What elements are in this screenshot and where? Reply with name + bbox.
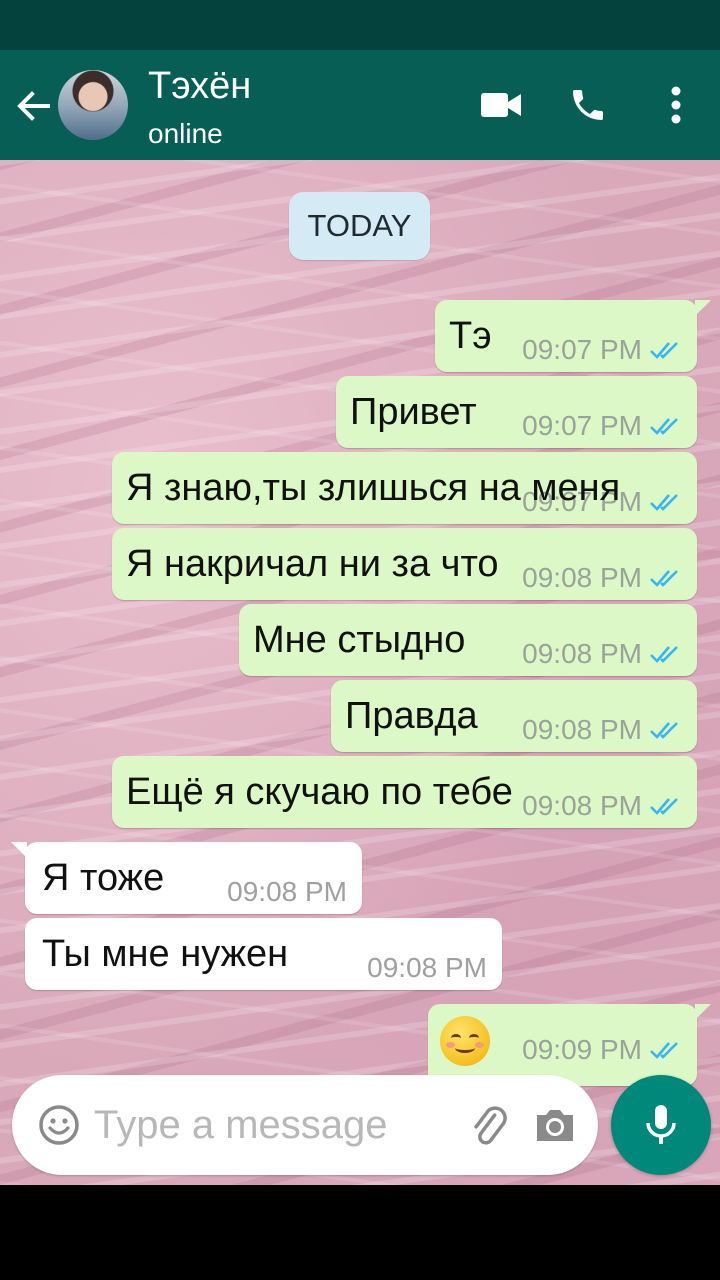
camera-icon — [537, 1110, 573, 1141]
message-time: 09:08 PM — [522, 790, 642, 821]
video-camera-icon — [481, 93, 521, 117]
phone-icon — [573, 90, 603, 120]
camera-button[interactable] — [532, 1102, 578, 1148]
voice-call-button[interactable] — [563, 80, 613, 130]
message-time: 09:07 PM — [522, 334, 642, 365]
video-call-button[interactable] — [476, 80, 526, 130]
paperclip-icon — [474, 1106, 507, 1145]
back-button[interactable] — [12, 84, 56, 128]
arrow-left-icon — [17, 91, 50, 121]
message-text: Правда — [345, 695, 478, 737]
contact-status: online — [148, 118, 223, 149]
message-bubble[interactable]: Ты мне нужен 09:08 PM — [25, 918, 502, 990]
more-options-button[interactable] — [651, 80, 701, 130]
bubble-tail — [11, 842, 27, 858]
message-time: 09:09 PM — [522, 1034, 642, 1065]
message-time: 09:08 PM — [522, 562, 642, 593]
message-text: Ещё я скучаю по тебе — [126, 771, 513, 813]
message-bubble[interactable]: Мне стыдно 09:08 PM — [239, 604, 697, 676]
date-divider: TODAY — [289, 192, 430, 260]
contact-name[interactable]: Тэхён — [148, 64, 251, 108]
message-text: Ты мне нужен — [42, 933, 289, 975]
double-check-icon — [650, 646, 678, 663]
message-text: Привет — [350, 391, 477, 433]
message-bubble[interactable]: Я тоже 09:08 PM — [11, 842, 362, 914]
system-navigation-bar — [0, 1185, 720, 1280]
double-check-icon — [650, 418, 678, 435]
message-bubble[interactable]: 09:08 PM Я накричал ни за что — [112, 528, 697, 600]
message-time: 09:08 PM — [522, 714, 642, 745]
double-check-icon — [650, 1042, 678, 1059]
chat-area[interactable]: TODAY Тэ 09:07 PM Привет 09:07 PM 09:07 … — [0, 160, 720, 1185]
message-bubble[interactable]: 09:09 PM — [428, 1004, 711, 1086]
message-composer — [12, 1075, 598, 1175]
message-time: 09:08 PM — [227, 876, 347, 907]
emoji-mouth — [455, 1043, 475, 1053]
more-vertical-icon — [671, 86, 681, 124]
message-text: Я знаю,ты злишься на меня — [126, 467, 621, 509]
bubble-tail — [695, 300, 711, 316]
message-input[interactable] — [94, 1099, 444, 1151]
message-bubble[interactable]: Правда 09:08 PM — [331, 680, 697, 752]
message-time: 09:08 PM — [522, 638, 642, 669]
message-text: Мне стыдно — [253, 619, 466, 661]
smiley-icon — [39, 1105, 79, 1145]
emoji-blush — [475, 1042, 484, 1048]
message-bubble[interactable]: Тэ 09:07 PM — [435, 300, 711, 372]
double-check-icon — [650, 798, 678, 815]
voice-record-button[interactable] — [611, 1075, 711, 1175]
message-time: 09:08 PM — [367, 952, 487, 983]
double-check-icon — [650, 570, 678, 587]
microphone-icon — [646, 1105, 676, 1144]
chat-header: Тэхён online — [0, 50, 720, 160]
double-check-icon — [650, 722, 678, 739]
smiling-face-icon — [440, 1016, 490, 1066]
bubble-tail — [695, 1004, 711, 1020]
status-bar — [0, 0, 720, 50]
double-check-icon — [650, 342, 678, 359]
message-text: Я накричал ни за что — [126, 543, 499, 585]
attach-button[interactable] — [466, 1102, 512, 1148]
message-bubble[interactable]: Привет 09:07 PM — [336, 376, 697, 448]
message-text: Я тоже — [42, 857, 165, 899]
emoji-button[interactable] — [38, 1104, 80, 1146]
double-check-icon — [650, 494, 678, 511]
message-bubble[interactable]: 09:07 PM Я знаю,ты злишься на меня — [112, 452, 697, 524]
contact-avatar[interactable] — [58, 70, 128, 140]
message-text: Тэ — [449, 315, 492, 357]
emoji-blush — [446, 1042, 455, 1048]
message-bubble[interactable]: 09:08 PM Ещё я скучаю по тебе — [112, 756, 697, 828]
message-time: 09:07 PM — [522, 410, 642, 441]
